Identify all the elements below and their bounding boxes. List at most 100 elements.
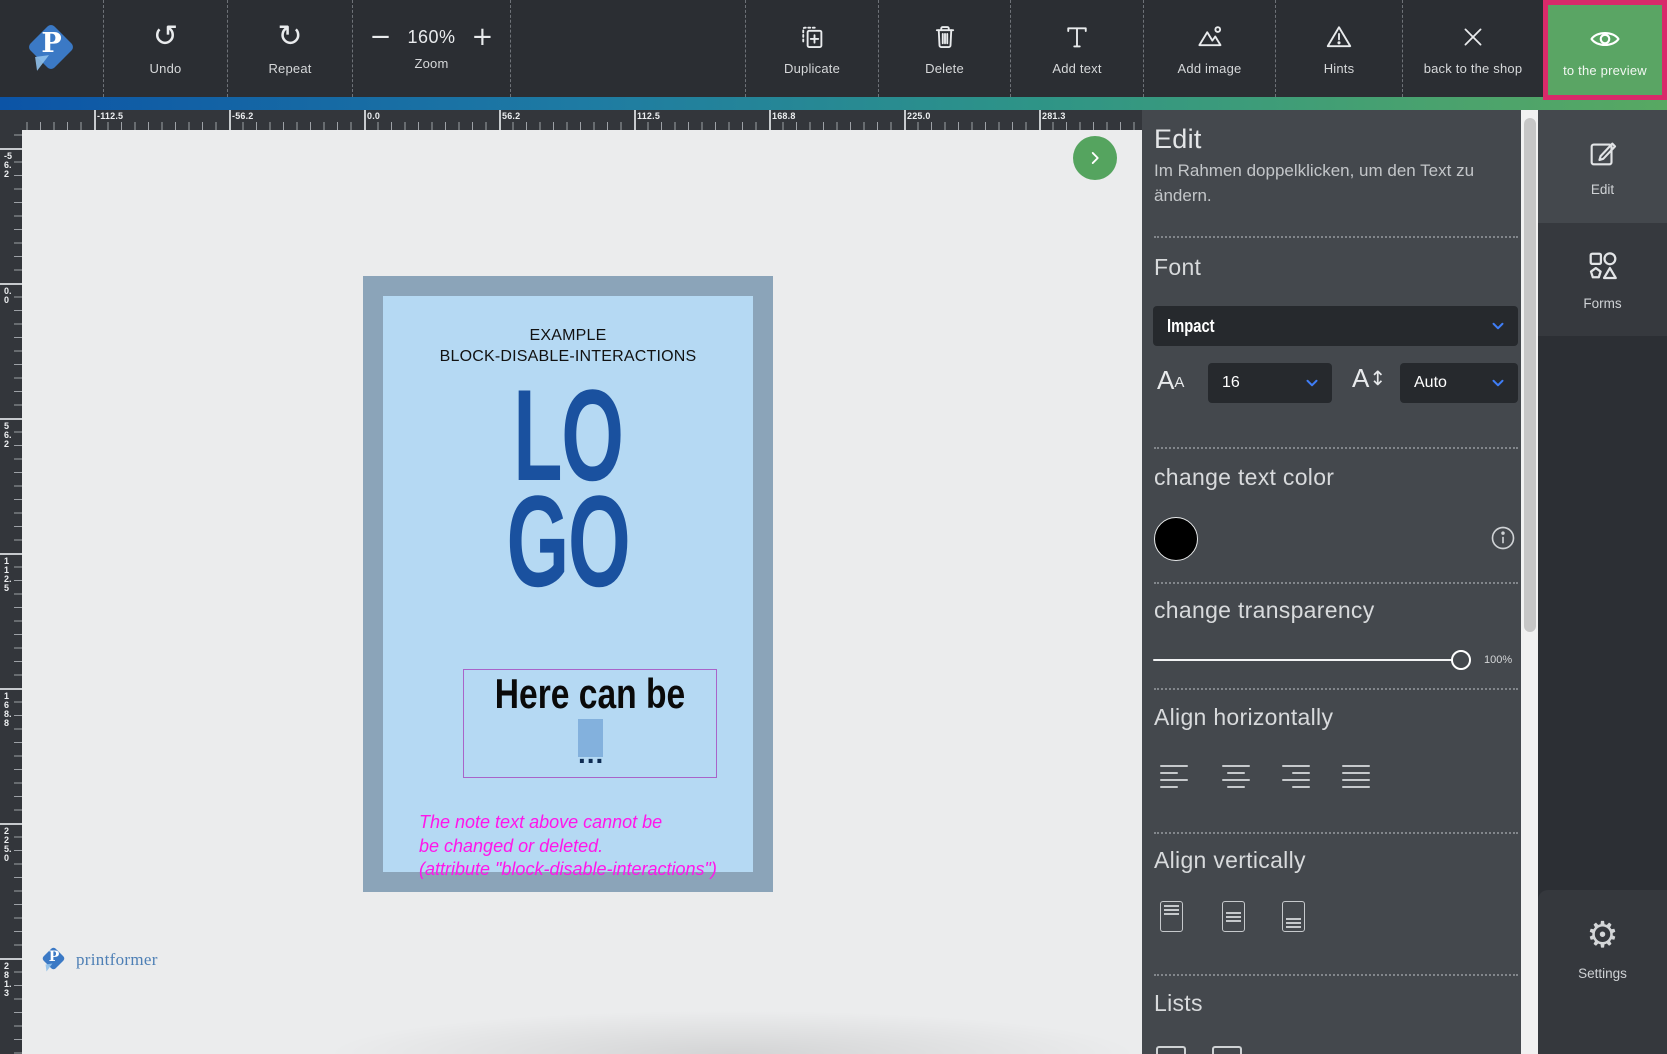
line-height-select[interactable]: Auto	[1400, 363, 1518, 403]
align-right-button[interactable]	[1282, 765, 1310, 788]
font-section-title: Font	[1154, 254, 1201, 281]
scrollbar-thumb[interactable]	[1524, 118, 1536, 632]
ruler-major-tick	[0, 688, 22, 690]
transparency-section-title: change transparency	[1154, 597, 1375, 624]
chevron-down-icon	[1302, 374, 1322, 397]
delete-button[interactable]: Delete	[878, 0, 1010, 97]
poster-note-text: The note text above cannot be be changed…	[419, 811, 717, 882]
panel-hint: Im Rahmen doppelklicken, um den Text zu …	[1154, 158, 1502, 208]
ruler-label: -56.2	[232, 111, 254, 121]
editor-app: P ↺ Undo ↻ Repeat − 160% + Zoom	[0, 0, 1667, 1054]
divider	[1154, 974, 1518, 976]
ruler-label: 281.3	[1042, 111, 1066, 121]
horizontal-ruler: -112.5-56.20.056.2112.5168.8225.0281.3	[22, 110, 1142, 130]
lists-section-title: Lists	[1154, 990, 1203, 1017]
poster-artboard[interactable]: EXAMPLE BLOCK-DISABLE-INTERACTIONS LO GO…	[363, 276, 773, 892]
panel-collapse-toggle[interactable]	[1073, 136, 1117, 180]
ruler-major-tick	[0, 148, 22, 150]
back-to-shop-button[interactable]: back to the shop	[1402, 0, 1543, 97]
ruler-major-tick	[0, 958, 22, 960]
duplicate-button[interactable]: Duplicate	[745, 0, 878, 97]
vertical-ruler: -56.20.056.2112.5168.8225.0281.3	[0, 130, 22, 1054]
ruler-major-tick	[0, 283, 22, 285]
tab-settings[interactable]: ⚙ Settings	[1538, 890, 1667, 1054]
chevron-right-icon	[1084, 147, 1106, 169]
duplicate-label: Duplicate	[784, 61, 840, 76]
divider	[1154, 832, 1518, 834]
duplicate-icon	[797, 21, 827, 53]
text-color-swatch[interactable]	[1154, 517, 1198, 561]
poster-heading-line1: EXAMPLE	[383, 325, 753, 346]
tab-forms-label: Forms	[1583, 296, 1621, 311]
repeat-button[interactable]: ↻ Repeat	[227, 0, 352, 97]
add-text-button[interactable]: Add text	[1010, 0, 1143, 97]
repeat-label: Repeat	[268, 61, 311, 76]
tab-edit[interactable]: Edit	[1538, 110, 1667, 223]
editable-text[interactable]: Here can be	[489, 672, 691, 716]
canvas-bottom-shadow	[322, 1010, 1142, 1054]
zoom-label: Zoom	[414, 56, 448, 71]
back-to-shop-label: back to the shop	[1424, 61, 1523, 76]
align-left-button[interactable]	[1160, 765, 1188, 788]
transparency-slider-thumb[interactable]	[1451, 650, 1471, 670]
align-top-button[interactable]	[1160, 901, 1183, 932]
ruler-major-tick	[769, 110, 771, 130]
shapes-icon	[1585, 248, 1621, 284]
line-height-icon: A↕	[1352, 366, 1386, 390]
ruler-label: -112.5	[97, 111, 123, 121]
divider	[1154, 236, 1518, 238]
info-icon[interactable]	[1489, 524, 1517, 557]
ruler-major-tick	[0, 418, 22, 420]
hints-button[interactable]: Hints	[1275, 0, 1402, 97]
add-image-label: Add image	[1178, 61, 1242, 76]
zoom-out-button[interactable]: −	[370, 27, 392, 47]
ruler-major-tick	[0, 823, 22, 825]
font-size-icon: AA	[1157, 368, 1184, 392]
poster-logo-text: LO GO	[453, 382, 682, 594]
ruler-label: 225.0	[907, 111, 931, 121]
undo-button[interactable]: ↺ Undo	[103, 0, 227, 97]
to-preview-button[interactable]: to the preview	[1543, 0, 1667, 100]
align-vertical-section-title: Align vertically	[1154, 847, 1306, 874]
ruler-major-tick	[364, 110, 366, 130]
font-family-select[interactable]: Impact	[1153, 306, 1518, 346]
divider	[1154, 688, 1518, 690]
progress-gradient-bar	[0, 97, 1667, 110]
divider	[1154, 582, 1518, 584]
toolbar: P ↺ Undo ↻ Repeat − 160% + Zoom	[0, 0, 1667, 97]
app-logo[interactable]: P	[0, 0, 103, 97]
align-bottom-button[interactable]	[1282, 901, 1305, 932]
ruler-major-tick	[1039, 110, 1041, 130]
tab-forms[interactable]: Forms	[1538, 223, 1667, 336]
divider	[1154, 447, 1518, 449]
editable-text-frame[interactable]: Here can be ...	[463, 669, 717, 778]
zoom-value: 160%	[407, 27, 455, 48]
warning-triangle-icon	[1324, 21, 1354, 53]
ruler-major-tick	[499, 110, 501, 130]
ruler-label: 112.5	[4, 557, 13, 593]
panel-scrollbar[interactable]	[1521, 110, 1538, 1054]
design-canvas[interactable]: EXAMPLE BLOCK-DISABLE-INTERACTIONS LO GO…	[22, 130, 1142, 1054]
align-middle-button[interactable]	[1222, 901, 1245, 932]
ruler-label: 56.2	[4, 422, 13, 449]
ruler-major-tick	[0, 553, 22, 555]
ruler-major-tick	[634, 110, 636, 130]
align-horizontal-section-title: Align horizontally	[1154, 704, 1333, 731]
align-justify-button[interactable]	[1342, 765, 1370, 788]
placeholder-dots: ...	[578, 738, 603, 770]
font-size-value: 16	[1222, 374, 1240, 392]
repeat-icon: ↻	[277, 21, 302, 53]
printformer-footer-icon: P	[42, 948, 66, 972]
ruler-major-tick	[94, 110, 96, 130]
text-cursor-placeholder[interactable]: ...	[578, 719, 603, 757]
undo-icon: ↺	[153, 21, 178, 53]
align-center-button[interactable]	[1222, 765, 1250, 788]
font-size-select[interactable]: 16	[1208, 363, 1332, 403]
toolbar-spacer	[510, 0, 745, 97]
zoom-in-button[interactable]: +	[472, 27, 494, 47]
ruler-major-tick	[904, 110, 906, 130]
eye-icon	[1588, 23, 1622, 55]
add-image-button[interactable]: Add image	[1143, 0, 1275, 97]
transparency-slider-track[interactable]	[1153, 659, 1470, 661]
delete-label: Delete	[925, 61, 964, 76]
